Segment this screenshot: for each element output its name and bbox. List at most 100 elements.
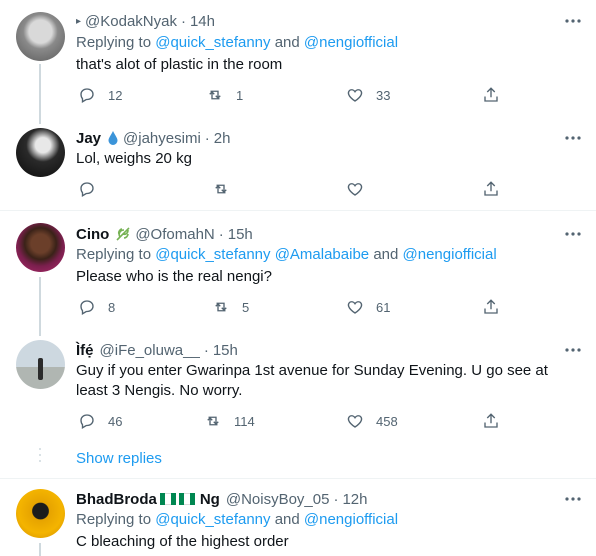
tweet-text: that's alot of plastic in the room [76, 56, 283, 73]
replying-to: Replying to @quick_stefanny and @nengiof… [76, 511, 398, 528]
mention-link[interactable]: @quick_stefanny [155, 511, 270, 528]
leaf-icon [116, 227, 130, 241]
share-button[interactable] [482, 84, 500, 106]
timestamp[interactable]: 15h [228, 226, 253, 243]
tweet-2[interactable]: Jay @jahyesimi · 2h Lol, weighs 20 kg [0, 114, 596, 210]
avatar-kodaknyak[interactable] [16, 12, 65, 61]
replying-label: Replying to [76, 511, 152, 528]
more-icon[interactable] [562, 340, 584, 360]
retweet-icon [215, 302, 227, 312]
more-icon[interactable] [562, 128, 584, 148]
user-handle[interactable]: @iFe_oluwa__ [100, 342, 200, 359]
replying-to: Replying to @quick_stefanny and @nengiof… [76, 34, 398, 51]
retweet-icon [207, 416, 219, 426]
mention-link[interactable]: @nengiofficial [304, 511, 398, 528]
share-icon [484, 181, 498, 196]
retweet-button[interactable]: 5 [212, 296, 249, 318]
share-button[interactable] [482, 296, 500, 318]
replying-label: Replying to [76, 246, 152, 263]
more-icon[interactable] [562, 489, 584, 509]
tweet-text: Please who is the real nengi? [76, 268, 272, 285]
mention-link[interactable]: @nengiofficial [304, 34, 398, 51]
like-icon [347, 301, 363, 314]
display-name[interactable]: Jay [76, 130, 101, 147]
share-icon [484, 87, 498, 102]
display-name[interactable]: Cino [76, 226, 109, 243]
tweet-text: C bleaching of the highest order [76, 533, 289, 550]
avatar-cino[interactable] [16, 223, 65, 272]
like-count: 33 [376, 87, 391, 103]
mention-link[interactable]: @quick_stefanny [155, 246, 270, 263]
replying-to: Replying to @quick_stefanny @Amalabaibe … [76, 246, 497, 263]
replying-label: Replying to [76, 34, 152, 51]
tweet-4[interactable]: Ìfẹ́ @iFe_oluwa__ · 15h Guy if you enter… [0, 326, 596, 444]
separator-dot: · [218, 225, 224, 243]
display-name[interactable]: BhadBroda [76, 491, 157, 508]
retweet-button[interactable]: 1 [206, 84, 243, 106]
avatar-bhadbroda[interactable] [16, 489, 65, 538]
tweet-header: Cino @OfomahN · 15h [76, 224, 253, 244]
timestamp[interactable]: 2h [214, 130, 231, 147]
display-name[interactable]: Ìfẹ́ [76, 342, 94, 359]
reply-button[interactable]: 8 [78, 296, 115, 318]
nigeria-flag-icon [159, 493, 176, 505]
retweet-count: 114 [234, 413, 255, 429]
name-prefix: ▸ [76, 15, 82, 27]
reply-count: 12 [108, 87, 123, 103]
reply-count: 46 [108, 413, 123, 429]
tweet-actions: 8 5 61 [76, 296, 506, 318]
user-handle[interactable]: @NoisyBoy_05 [226, 491, 330, 508]
thread-continuation-dots [38, 448, 42, 466]
tweet-header: Ìfẹ́ @iFe_oluwa__ · 15h [76, 340, 238, 360]
reply-icon [80, 182, 94, 197]
mention-link[interactable]: @nengiofficial [403, 246, 497, 263]
more-icon[interactable] [562, 11, 584, 31]
mention-link[interactable]: @Amalabaibe [275, 246, 369, 263]
like-button[interactable]: 33 [346, 84, 390, 106]
tweet-header: ▸ @KodakNyak · 14h [76, 11, 215, 31]
and-label: and [274, 511, 300, 528]
retweet-icon [215, 184, 227, 194]
reply-icon [80, 88, 94, 103]
tweet-actions: 46 114 458 [76, 410, 506, 432]
more-icon[interactable] [562, 224, 584, 244]
timestamp[interactable]: 15h [213, 342, 238, 359]
user-handle[interactable]: @KodakNyak [85, 13, 177, 30]
retweet-button[interactable]: 114 [204, 410, 255, 432]
separator-dot: · [333, 490, 339, 508]
thread-line [39, 326, 41, 336]
tweet-1[interactable]: ▸ @KodakNyak · 14h Replying to @quick_st… [0, 0, 596, 114]
share-button[interactable] [482, 178, 500, 200]
share-button[interactable] [482, 410, 500, 432]
tweet-text: Lol, weighs 20 kg [76, 150, 192, 167]
retweet-button[interactable] [212, 178, 230, 200]
thread-line [39, 277, 41, 326]
avatar-ife[interactable] [16, 340, 65, 389]
reply-icon [80, 414, 94, 429]
mention-link[interactable]: @quick_stefanny [155, 34, 270, 51]
tweet-5[interactable]: BhadBroda Ng @NoisyBoy_05 · 12h Replying… [0, 479, 596, 556]
reply-button[interactable]: 46 [78, 410, 122, 432]
user-handle[interactable]: @jahyesimi [123, 130, 201, 147]
like-count: 61 [376, 299, 391, 315]
like-button[interactable]: 458 [346, 410, 398, 432]
like-button[interactable]: 61 [346, 296, 390, 318]
show-replies-link[interactable]: Show replies [76, 450, 162, 467]
nigeria-flag-icon [178, 493, 195, 505]
water-drop-icon [108, 131, 118, 145]
timestamp[interactable]: 12h [342, 491, 367, 508]
avatar-jay[interactable] [16, 128, 65, 177]
user-handle[interactable]: @OfomahN [135, 226, 214, 243]
reply-button[interactable]: 12 [78, 84, 122, 106]
tweet-3[interactable]: Cino @OfomahN · 15h Replying to @quick_s… [0, 211, 596, 326]
like-button[interactable] [346, 178, 364, 200]
tweet-header: BhadBroda Ng @NoisyBoy_05 · 12h [76, 489, 367, 509]
thread-line [39, 64, 41, 114]
retweet-icon [209, 90, 221, 100]
separator-dot: · [204, 129, 210, 147]
timestamp[interactable]: 14h [190, 13, 215, 30]
reply-button[interactable] [78, 178, 96, 200]
reply-count: 8 [108, 299, 116, 315]
display-name-suffix[interactable]: Ng [200, 491, 220, 508]
retweet-count: 5 [242, 299, 250, 315]
